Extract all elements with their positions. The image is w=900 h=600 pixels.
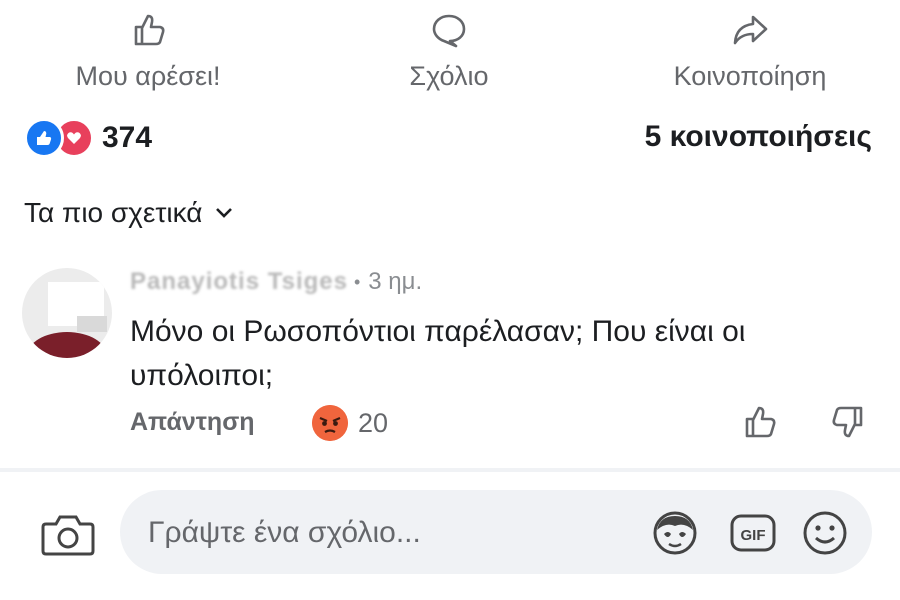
chevron-down-icon — [216, 208, 233, 218]
shares-count-link[interactable]: 5 κοινοποιήσεις — [645, 120, 872, 154]
separator-dot: • — [353, 271, 361, 292]
comment-input[interactable] — [146, 508, 630, 558]
comment-action-button[interactable]: Σχόλιο — [319, 10, 579, 91]
sort-comments-dropdown[interactable]: Τα πιο σχετικά — [24, 197, 234, 229]
sort-label: Τα πιο σχετικά — [24, 197, 203, 228]
comment-composer: GIF — [120, 490, 872, 574]
section-divider — [0, 468, 900, 472]
reactions-summary[interactable]: 374 — [24, 118, 152, 158]
reactions-count: 374 — [102, 121, 153, 154]
comment-reaction-count: 20 — [358, 408, 389, 438]
reply-button[interactable]: Απάντηση — [130, 408, 255, 437]
comment-header: Panayiotis Tsiges • 3 ημ. — [130, 268, 422, 296]
like-action-label: Μου αρέσει! — [75, 61, 221, 91]
avatar-sticker-icon[interactable] — [650, 508, 700, 558]
gif-icon[interactable]: GIF — [728, 508, 778, 558]
commenter-avatar[interactable] — [22, 268, 112, 358]
comment-text: Μόνο οι Ρωσοπόντιοι παρέλασαν; Που είναι… — [130, 315, 746, 392]
thumbs-up-icon — [134, 14, 165, 46]
comment-action-label: Σχόλιο — [409, 61, 489, 91]
comment-timestamp[interactable]: 3 ημ. — [368, 268, 422, 296]
angry-face-icon — [312, 405, 348, 441]
comment-author-name[interactable]: Panayiotis Tsiges — [130, 268, 348, 296]
downvote-icon[interactable] — [828, 402, 868, 442]
like-icon — [24, 118, 64, 158]
like-action-button[interactable]: Μου αρέσει! — [18, 10, 278, 91]
comment-bubble-icon — [432, 14, 466, 48]
share-action-button[interactable]: Κοινοποίηση — [620, 10, 880, 91]
upvote-icon[interactable] — [740, 402, 780, 442]
camera-icon[interactable] — [40, 510, 96, 558]
share-arrow-icon — [733, 15, 768, 45]
svg-text:GIF: GIF — [741, 527, 766, 544]
share-action-label: Κοινοποίηση — [673, 61, 827, 91]
emoji-icon[interactable] — [800, 508, 850, 558]
